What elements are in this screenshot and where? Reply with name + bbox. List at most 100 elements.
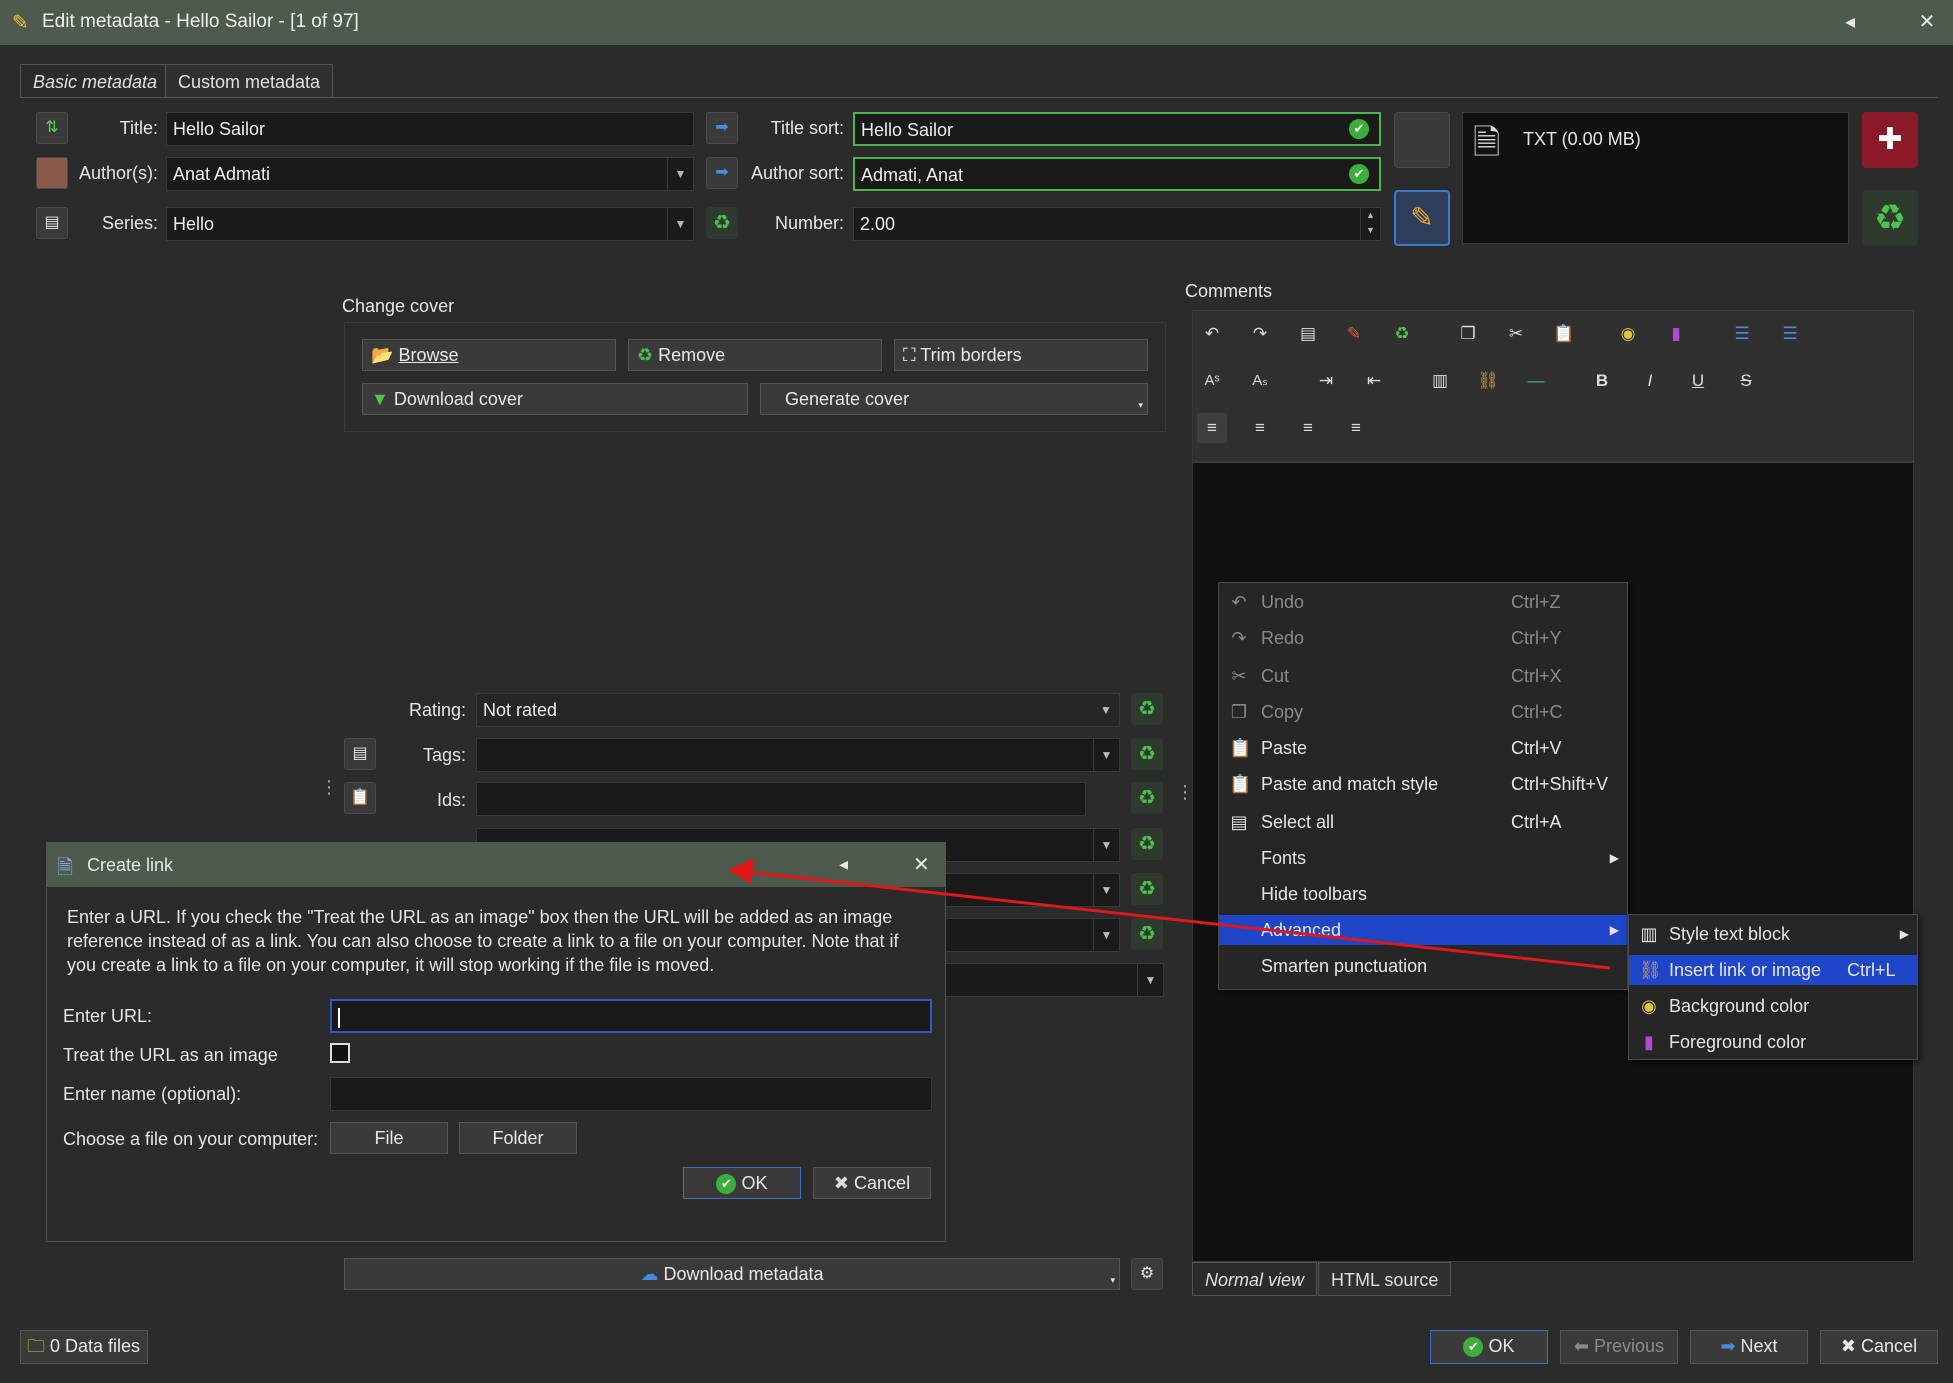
menu-item-foreground-color[interactable]: ▮ Foreground color [1629, 1027, 1917, 1057]
menu-item-undo[interactable]: ↶ Undo Ctrl+Z [1219, 587, 1627, 617]
collapse-icon[interactable]: ◂ [1825, 0, 1875, 45]
download-cover-button[interactable]: ▼ Download cover [362, 383, 748, 415]
cut-icon[interactable]: ✂ [1501, 319, 1531, 349]
align-right-icon[interactable]: ≡ [1293, 413, 1323, 443]
close-icon[interactable]: ✕ [1902, 0, 1952, 45]
collapse-icon[interactable]: ◂ [839, 854, 848, 875]
menu-item-style-text-block[interactable]: ▥ Style text block ▶ [1629, 919, 1917, 949]
edit-note-icon[interactable]: ✎ [1394, 190, 1450, 246]
style-block-icon[interactable]: ▥ [1425, 366, 1455, 396]
subscript-icon[interactable]: Aₛ [1245, 366, 1275, 396]
menu-item-smarten-punctuation[interactable]: Smarten punctuation [1219, 951, 1627, 981]
superscript-icon[interactable]: Aˢ [1197, 366, 1227, 396]
previous-button[interactable]: ⬅ Previous [1560, 1330, 1678, 1364]
dialog-cancel-button[interactable]: ✖ Cancel [813, 1167, 931, 1199]
chevron-down-icon[interactable]: ▼ [1093, 919, 1119, 951]
title-sort-input[interactable]: Hello Sailor ✔ [853, 112, 1381, 146]
copy-icon[interactable]: ❐ [1453, 319, 1483, 349]
ordered-list-icon[interactable]: ☰ [1727, 319, 1757, 349]
splitter-handle[interactable]: ⋮ [320, 778, 338, 796]
chevron-down-icon[interactable]: ▼ [667, 158, 693, 190]
configure-icon[interactable]: ⚙ [1131, 1258, 1163, 1290]
background-color-icon[interactable]: ◉ [1613, 319, 1643, 349]
series-input[interactable]: Hello ▼ [166, 207, 694, 241]
unordered-list-icon[interactable]: ☰ [1775, 319, 1805, 349]
tags-input[interactable]: ▼ [476, 738, 1120, 772]
align-left-icon[interactable]: ≡ [1197, 413, 1227, 443]
title-input[interactable]: Hello Sailor [166, 112, 694, 146]
horizontal-rule-icon[interactable]: — [1521, 366, 1551, 396]
recycle-icon[interactable]: ♻ [1131, 738, 1163, 770]
chevron-down-icon[interactable]: ▼ [1137, 964, 1163, 996]
swap-icon[interactable]: ⇅ [36, 112, 68, 144]
trim-borders-button[interactable]: ⛶ Trim borders [894, 339, 1148, 371]
recycle-icon[interactable]: ♻ [1131, 782, 1163, 814]
align-justify-icon[interactable]: ≡ [1341, 413, 1371, 443]
paste-ids-icon[interactable]: 📋 [344, 782, 376, 814]
menu-item-copy[interactable]: ❐ Copy Ctrl+C [1219, 697, 1627, 727]
menu-item-select-all[interactable]: ▤ Select all Ctrl+A [1219, 807, 1627, 837]
indent-icon[interactable]: ⇥ [1311, 366, 1341, 396]
recycle-icon[interactable]: ♻ [1131, 828, 1163, 860]
image-checkbox[interactable] [330, 1043, 350, 1063]
menu-item-hide-toolbars[interactable]: Hide toolbars [1219, 879, 1627, 909]
close-icon[interactable]: ✕ [913, 852, 930, 877]
download-metadata-button[interactable]: ☁ Download metadata ▾ [344, 1258, 1120, 1290]
author-icon[interactable] [36, 157, 68, 189]
ok-button[interactable]: ✔ OK [1430, 1330, 1548, 1364]
recycle-icon[interactable]: ♻ [1131, 918, 1163, 950]
remove-button[interactable]: ♻ Remove [628, 339, 882, 371]
tab-basic-metadata[interactable]: Basic metadata [20, 64, 171, 98]
format-item[interactable]: TXT (0.00 MB) [1523, 129, 1641, 150]
paste-icon[interactable]: 📋 [1549, 319, 1579, 349]
insert-link-icon[interactable]: ⛓ [1473, 366, 1503, 396]
menu-item-advanced[interactable]: Advanced ▶ [1219, 915, 1627, 945]
formats-list[interactable]: 🗎 TXT (0.00 MB) [1462, 112, 1849, 244]
underline-icon[interactable]: U [1683, 366, 1713, 396]
rating-select[interactable]: Not rated ▼ [476, 693, 1120, 727]
menu-item-paste-match-style[interactable]: 📋 Paste and match style Ctrl+Shift+V [1219, 769, 1627, 799]
url-input[interactable] [330, 999, 932, 1033]
menu-item-cut[interactable]: ✂ Cut Ctrl+X [1219, 661, 1627, 691]
recycle-icon[interactable]: ♻ [706, 207, 738, 239]
chevron-down-icon[interactable]: ▼ [667, 208, 693, 240]
menu-item-background-color[interactable]: ◉ Background color [1629, 991, 1917, 1021]
data-files-button[interactable]: 🗀 0 Data files [20, 1330, 148, 1364]
authors-input[interactable]: Anat Admati ▼ [166, 157, 694, 191]
recycle-icon[interactable]: ♻ [1131, 873, 1163, 905]
number-spinbox[interactable]: 2.00 ▲ ▼ [853, 207, 1381, 241]
dialog-ok-button[interactable]: ✔ OK [683, 1167, 801, 1199]
arrow-right-icon[interactable]: ➡ [706, 112, 738, 144]
undo-icon[interactable]: ↶ [1197, 319, 1227, 349]
menu-item-insert-link[interactable]: ⛓ Insert link or image Ctrl+L [1629, 955, 1917, 985]
chevron-down-icon[interactable]: ▼ [1093, 874, 1119, 906]
name-input[interactable] [330, 1077, 932, 1111]
folder-button[interactable]: Folder [459, 1122, 577, 1154]
chevron-down-icon[interactable]: ▼ [1093, 694, 1119, 726]
clear-icon[interactable]: ▤ [1293, 319, 1323, 349]
brush-icon[interactable]: ✎ [1339, 319, 1369, 349]
strikethrough-icon[interactable]: S [1731, 366, 1761, 396]
align-center-icon[interactable]: ≡ [1245, 413, 1275, 443]
browse-button[interactable]: 📂 Browse [362, 339, 616, 371]
redo-icon[interactable]: ↷ [1245, 319, 1275, 349]
author-sort-input[interactable]: Admati, Anat ✔ [853, 157, 1381, 191]
outdent-icon[interactable]: ⇤ [1359, 366, 1389, 396]
italic-icon[interactable]: I [1635, 366, 1665, 396]
ids-input[interactable] [476, 782, 1086, 816]
tab-html-source[interactable]: HTML source [1318, 1262, 1452, 1296]
menu-item-fonts[interactable]: Fonts ▶ [1219, 843, 1627, 873]
menu-item-paste[interactable]: 📋 Paste Ctrl+V [1219, 733, 1627, 763]
chevron-down-icon[interactable]: ▼ [1093, 739, 1119, 771]
next-button[interactable]: ➡ Next [1690, 1330, 1808, 1364]
recycle-icon[interactable]: ♻ [1387, 319, 1417, 349]
foreground-color-icon[interactable]: ▮ [1661, 319, 1691, 349]
color-swatch-button[interactable] [1394, 112, 1450, 168]
bold-icon[interactable]: B [1587, 366, 1617, 396]
menu-item-redo[interactable]: ↷ Redo Ctrl+Y [1219, 623, 1627, 653]
generate-cover-button[interactable]: Generate cover ▾ [760, 383, 1148, 415]
tags-editor-icon[interactable]: ▤ [344, 738, 376, 770]
file-button[interactable]: File [330, 1122, 448, 1154]
add-format-icon[interactable]: ✚ [1862, 112, 1918, 168]
tab-custom-metadata[interactable]: Custom metadata [165, 64, 334, 98]
